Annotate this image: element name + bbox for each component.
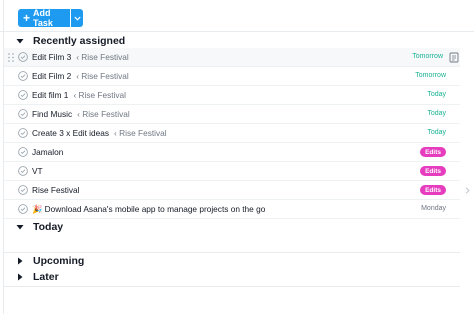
task-name[interactable]: Jamalon xyxy=(32,147,63,157)
tag-edits[interactable]: Edits xyxy=(420,147,446,157)
task-project[interactable]: ‹ Rise Festival xyxy=(76,71,129,81)
triangle-down-icon[interactable] xyxy=(16,37,24,45)
task-name[interactable]: Rise Festival xyxy=(32,185,80,195)
check-circle-icon[interactable] xyxy=(18,166,28,176)
tag-edits[interactable]: Edits xyxy=(420,185,446,195)
task-row[interactable]: Edit Film 3 ‹ Rise Festival Tomorrow xyxy=(4,48,460,67)
section-title: Today xyxy=(33,221,64,233)
check-circle-icon[interactable] xyxy=(18,204,28,214)
check-circle-icon[interactable] xyxy=(18,128,28,138)
task-project[interactable]: ‹ Rise Festival xyxy=(114,128,167,138)
plus-icon: + xyxy=(23,11,31,25)
check-circle-icon[interactable] xyxy=(18,185,28,195)
triangle-right-icon[interactable] xyxy=(16,257,24,265)
section-divider xyxy=(4,286,460,287)
section-title: Recently assigned xyxy=(33,35,126,47)
task-name[interactable]: Edit Film 2 ‹ Rise Festival xyxy=(32,71,129,81)
due-date[interactable]: Tomorrow xyxy=(415,72,446,79)
check-circle-icon[interactable] xyxy=(18,71,28,81)
section-title: Later xyxy=(33,271,59,283)
tag-edits[interactable]: Edits xyxy=(420,166,446,176)
task-row[interactable]: VT Edits xyxy=(4,162,460,181)
task-name[interactable]: Edit Film 3 ‹ Rise Festival xyxy=(32,52,129,62)
task-row[interactable]: Create 3 x Edit ideas ‹ Rise Festival Tod… xyxy=(4,124,460,143)
triangle-down-icon[interactable] xyxy=(16,223,24,231)
drag-handle-icon[interactable] xyxy=(8,53,14,62)
add-task-dropdown-button[interactable] xyxy=(71,9,83,27)
task-name[interactable]: Create 3 x Edit ideas ‹ Rise Festival xyxy=(32,128,167,138)
task-row[interactable]: 🎉 Download Asana's mobile app to manage … xyxy=(4,200,460,219)
task-row[interactable]: Rise Festival Edits xyxy=(4,181,470,200)
task-name[interactable]: Edit film 1 ‹ Rise Festival xyxy=(32,90,126,100)
add-task-label: Add Task xyxy=(33,8,53,28)
check-circle-icon[interactable] xyxy=(18,52,28,62)
task-project[interactable]: ‹ Rise Festival xyxy=(73,90,126,100)
task-detail-icon[interactable] xyxy=(449,52,459,63)
section-today[interactable]: Today xyxy=(0,218,474,236)
task-row[interactable]: Jamalon Edits xyxy=(4,143,460,162)
task-row[interactable]: Edit Film 2 ‹ Rise Festival Tomorrow xyxy=(4,67,460,86)
task-name[interactable]: VT xyxy=(32,166,43,176)
task-project[interactable]: ‹ Rise Festival xyxy=(77,109,130,119)
due-date[interactable]: Today xyxy=(427,110,446,117)
check-circle-icon[interactable] xyxy=(18,109,28,119)
check-circle-icon[interactable] xyxy=(18,90,28,100)
chevron-right-icon[interactable] xyxy=(465,187,470,194)
task-name[interactable]: Find Music ‹ Rise Festival xyxy=(32,109,130,119)
task-name[interactable]: 🎉 Download Asana's mobile app to manage … xyxy=(32,204,265,215)
task-row[interactable]: Edit film 1 ‹ Rise Festival Today xyxy=(4,86,460,105)
chevron-down-icon xyxy=(73,16,81,21)
add-task-button[interactable]: + Add Task xyxy=(18,8,70,28)
due-date[interactable]: Tomorrow xyxy=(412,53,443,60)
triangle-right-icon[interactable] xyxy=(16,273,24,281)
check-circle-icon[interactable] xyxy=(18,147,28,157)
due-date[interactable]: Monday xyxy=(421,205,446,212)
due-date[interactable]: Today xyxy=(427,129,446,136)
task-project[interactable]: ‹ Rise Festival xyxy=(76,52,129,62)
due-date[interactable]: Today xyxy=(427,91,446,98)
toolbar: + Add Task xyxy=(0,0,474,32)
section-later[interactable]: Later xyxy=(0,268,474,286)
task-row[interactable]: Find Music ‹ Rise Festival Today xyxy=(4,105,460,124)
section-title: Upcoming xyxy=(33,255,85,267)
